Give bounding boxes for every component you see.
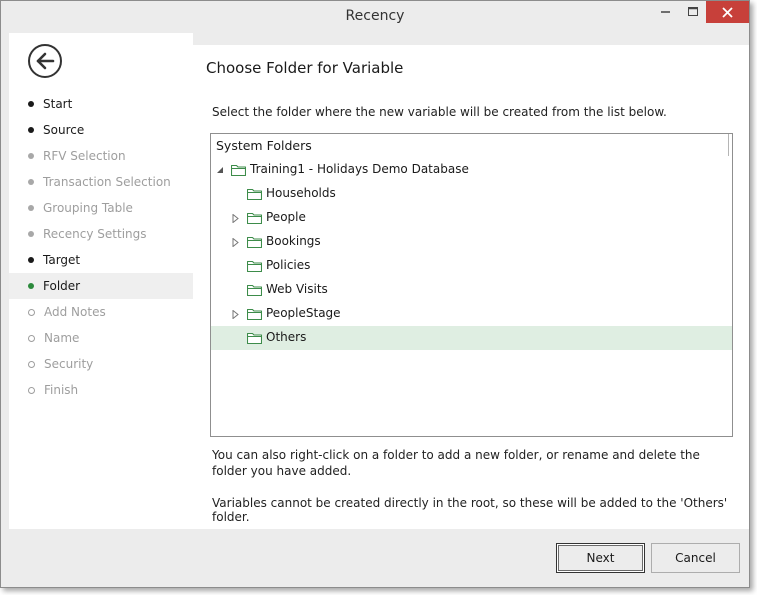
step-bullet-icon	[28, 334, 35, 342]
tree-row-label: Households	[266, 186, 336, 200]
wizard-window: Recency Start Source RFV Selection Transact…	[0, 0, 750, 588]
tree-row-people[interactable]: People	[211, 206, 732, 230]
sidebar-step-name: Name	[9, 325, 193, 351]
collapsed-triangle-icon[interactable]	[231, 309, 241, 319]
step-label: Finish	[44, 383, 79, 397]
folder-icon	[246, 260, 263, 273]
collapsed-triangle-icon[interactable]	[231, 213, 241, 223]
page-title: Choose Folder for Variable	[206, 59, 404, 77]
tree-row-label: Others	[266, 330, 307, 344]
tree-row-label: Training1 - Holidays Demo Database	[250, 162, 469, 176]
next-button[interactable]: Next	[556, 543, 645, 573]
step-label: Start	[43, 97, 73, 111]
step-bullet-icon	[28, 101, 34, 107]
step-label: Add Notes	[44, 305, 106, 319]
back-arrow-icon	[36, 52, 55, 70]
sidebar-step-source[interactable]: Source	[9, 117, 193, 143]
expanded-triangle-icon[interactable]	[215, 165, 225, 175]
step-bullet-icon	[28, 179, 34, 185]
step-bullet-icon	[28, 231, 34, 237]
step-label: Target	[43, 253, 81, 267]
step-label: Grouping Table	[43, 201, 133, 215]
maximize-icon	[688, 7, 698, 16]
close-icon	[722, 6, 733, 18]
sidebar-step-recency-settings: Recency Settings	[9, 221, 193, 247]
sidebar-step-finish: Finish	[9, 377, 193, 403]
step-bullet-icon	[28, 386, 35, 394]
intro-text: Select the folder where the new variable…	[212, 105, 667, 119]
help-text-rename: You can also right-click on a folder to …	[212, 448, 700, 478]
folder-icon	[246, 236, 263, 249]
minimize-icon	[661, 11, 670, 13]
step-bullet-icon	[28, 257, 34, 263]
tree-row-label: PeopleStage	[266, 306, 341, 320]
content-panel: Choose Folder for Variable Select the fo…	[193, 45, 749, 529]
folder-icon	[246, 212, 263, 225]
maximize-button[interactable]	[680, 1, 706, 23]
help-text-root: Variables cannot be created directly in …	[212, 496, 728, 524]
step-bullet-icon	[28, 283, 34, 289]
tree-row-label: Web Visits	[266, 282, 328, 296]
cancel-button[interactable]: Cancel	[651, 543, 740, 573]
step-label: Source	[43, 123, 85, 137]
sidebar-step-add-notes: Add Notes	[9, 299, 193, 325]
tree-row-web-visits[interactable]: Web Visits	[211, 278, 732, 302]
minimize-button[interactable]	[653, 1, 679, 23]
back-button[interactable]	[28, 44, 62, 78]
wizard-sidebar: Start Source RFV Selection Transaction Sele…	[9, 33, 193, 529]
folder-icon	[230, 164, 247, 177]
tree-row-policies[interactable]: Policies	[211, 254, 732, 278]
tree-row-households[interactable]: Households	[211, 182, 732, 206]
title-bar[interactable]: Recency	[1, 1, 749, 32]
sidebar-step-security: Security	[9, 351, 193, 377]
step-bullet-icon	[28, 127, 34, 133]
folder-tree[interactable]: System Folders Training1 - Holidays Demo…	[210, 133, 733, 437]
tree-row-label: People	[266, 210, 306, 224]
folder-icon	[246, 188, 263, 201]
wizard-steps-list: Start Source RFV Selection Transaction Sele…	[9, 91, 193, 403]
step-label: Transaction Selection	[43, 175, 171, 189]
step-label: RFV Selection	[43, 149, 126, 163]
close-button[interactable]	[706, 1, 749, 23]
step-bullet-icon	[28, 153, 34, 159]
sidebar-step-transaction-selection: Transaction Selection	[9, 169, 193, 195]
tree-row-label: Bookings	[266, 234, 321, 248]
step-label: Recency Settings	[43, 227, 147, 241]
step-label: Security	[44, 357, 94, 371]
tree-row-peoplestage[interactable]: PeopleStage	[211, 302, 732, 326]
step-bullet-icon	[28, 308, 35, 316]
sidebar-step-grouping-table: Grouping Table	[9, 195, 193, 221]
collapsed-triangle-icon[interactable]	[231, 237, 241, 247]
tree-header: System Folders	[216, 138, 312, 153]
tree-row-label: Policies	[266, 258, 311, 272]
tree-row-bookings[interactable]: Bookings	[211, 230, 732, 254]
step-label: Folder	[43, 279, 81, 293]
sidebar-step-folder[interactable]: Folder	[9, 273, 193, 299]
step-bullet-icon	[28, 205, 34, 211]
tree-row-training1-holidays-demo-database[interactable]: Training1 - Holidays Demo Database	[211, 158, 732, 182]
step-label: Name	[44, 331, 80, 345]
column-divider	[728, 134, 729, 156]
folder-icon	[246, 332, 263, 345]
sidebar-step-rfv-selection: RFV Selection	[9, 143, 193, 169]
tree-row-others[interactable]: Others	[211, 326, 732, 350]
folder-icon	[246, 284, 263, 297]
step-bullet-icon	[28, 360, 35, 368]
window-title: Recency	[345, 8, 405, 24]
sidebar-step-start[interactable]: Start	[9, 91, 193, 117]
folder-icon	[246, 308, 263, 321]
sidebar-step-target[interactable]: Target	[9, 247, 193, 273]
